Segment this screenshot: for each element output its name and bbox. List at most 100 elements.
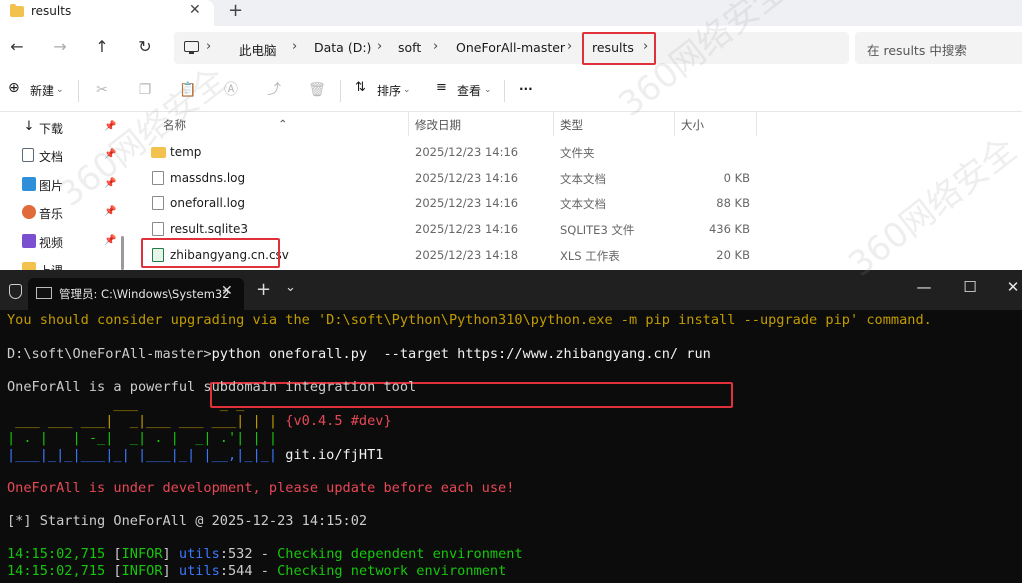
document-icon xyxy=(22,148,34,162)
copy-icon[interactable]: ❐ xyxy=(136,81,154,99)
chevron-down-icon[interactable]: ⌄ xyxy=(484,85,492,95)
paste-icon[interactable]: 📋 xyxy=(179,81,197,99)
file-row[interactable]: temp 2025/12/23 14:16 文件夹 xyxy=(130,139,1022,164)
crumb-separator-icon[interactable]: › xyxy=(292,39,297,54)
sidebar-item-downloads[interactable]: ↓ 下载 📌 xyxy=(22,118,118,138)
sidebar-scrollbar[interactable] xyxy=(121,236,124,270)
crumb-separator-icon[interactable]: › xyxy=(206,39,211,54)
column-header-size[interactable]: 大小 xyxy=(681,117,704,133)
view-button[interactable]: 查看 xyxy=(457,82,481,99)
chevron-down-icon[interactable]: ⌄ xyxy=(403,85,411,95)
crumb-separator-icon[interactable]: › xyxy=(377,39,382,54)
ascii-banner-line: ___ ___ ___| _|___ ___ ___| | | {v0.4.5 … xyxy=(7,413,392,430)
repo-link: git.io/fjHT1 xyxy=(285,447,384,463)
sort-button[interactable]: 排序 xyxy=(377,82,401,99)
file-size: 88 KB xyxy=(716,196,750,210)
file-row[interactable]: massdns.log 2025/12/23 14:16 文本文档 0 KB xyxy=(130,165,1022,190)
shield-icon xyxy=(9,284,22,299)
chevron-down-icon[interactable]: ⌄ xyxy=(56,85,64,95)
new-tab-button[interactable]: + xyxy=(228,1,243,21)
maximize-button[interactable]: ☐ xyxy=(960,278,980,296)
rename-icon[interactable]: Ⓐ xyxy=(222,81,240,99)
sidebar-item-music[interactable]: 音乐 📌 xyxy=(22,203,118,223)
close-tab-icon[interactable]: ✕ xyxy=(189,2,201,18)
column-divider[interactable] xyxy=(408,112,409,136)
file-size: 0 KB xyxy=(723,171,750,185)
folder-icon xyxy=(151,147,166,158)
explorer-tab-title: results xyxy=(31,4,72,18)
file-list-header: ⌃ 名称 修改日期 类型 大小 xyxy=(130,112,1022,136)
version-tag: {v0.4.5 #dev} xyxy=(285,413,392,429)
sort-icon[interactable]: ⇅ xyxy=(355,80,366,95)
explorer-tab-bar: results ✕ + xyxy=(0,0,1022,26)
breadcrumb-data-drive[interactable]: Data (D:) xyxy=(314,40,371,55)
sidebar-item-classes[interactable]: 上课 xyxy=(22,260,118,270)
column-header-type[interactable]: 类型 xyxy=(560,117,583,133)
toolbar-divider xyxy=(78,80,79,102)
column-header-name[interactable]: 名称 xyxy=(163,117,186,133)
share-icon[interactable]: ⤴ xyxy=(265,81,283,99)
search-input[interactable]: 在 results 中搜索 xyxy=(855,32,1022,64)
shell-prompt: D:\soft\OneForAll-master> xyxy=(7,346,212,362)
ascii-banner-line: ___ _ _ xyxy=(7,396,245,412)
log-message: Checking dependent environment xyxy=(277,546,523,562)
file-explorer-window: results ✕ + ← → ↑ ↻ › 此电脑 › Data (D:) › … xyxy=(0,0,1022,270)
delete-icon[interactable]: 🗑 xyxy=(308,81,326,99)
terminal-window: 管理员: C:\Windows\System32 ✕ + ⌄ — ☐ ✕ You… xyxy=(0,270,1022,583)
ascii-banner-line: | . | | -_| _| . | _| .'| | | xyxy=(7,430,278,446)
close-tab-icon[interactable]: ✕ xyxy=(221,283,233,299)
cut-icon[interactable]: ✂ xyxy=(93,81,111,99)
crumb-separator-icon[interactable]: › xyxy=(433,39,438,54)
file-row[interactable]: oneforall.log 2025/12/23 14:16 文本文档 88 K… xyxy=(130,190,1022,215)
intro-line: OneForAll is a powerful subdomain integr… xyxy=(7,379,417,395)
crumb-separator-icon[interactable]: › xyxy=(567,39,572,54)
sidebar-item-label: 上课 xyxy=(39,262,63,270)
column-divider[interactable] xyxy=(756,112,757,136)
file-name: oneforall.log xyxy=(170,196,245,210)
pin-icon[interactable]: 📌 xyxy=(104,206,116,217)
pin-icon[interactable]: 📌 xyxy=(104,235,116,246)
refresh-icon[interactable]: ↻ xyxy=(134,36,156,58)
pip-upgrade-warning: You should consider upgrading via the 'D… xyxy=(7,312,932,328)
sidebar-item-pictures[interactable]: 图片 📌 xyxy=(22,175,118,195)
search-placeholder: 在 results 中搜索 xyxy=(867,43,967,58)
log-level: INFOR xyxy=(121,563,163,579)
pin-icon[interactable]: 📌 xyxy=(104,121,116,132)
file-type: 文本文档 xyxy=(560,172,606,186)
minimize-button[interactable]: — xyxy=(914,278,934,296)
banner-art: |___|_|_|___|_| |___|_| |__,|_|_| xyxy=(7,447,278,463)
breadcrumb-oneforall-master[interactable]: OneForAll-master xyxy=(456,40,565,55)
new-plus-icon[interactable]: ⊕ xyxy=(8,80,20,96)
view-icon[interactable]: ≡ xyxy=(436,80,447,95)
file-type: XLS 工作表 xyxy=(560,249,620,263)
pin-icon[interactable]: 📌 xyxy=(104,178,116,189)
file-type: SQLITE3 文件 xyxy=(560,223,635,237)
new-tab-button[interactable]: + xyxy=(256,279,271,300)
explorer-nav-bar: ← → ↑ ↻ › 此电脑 › Data (D:) › soft › OneFo… xyxy=(0,26,1022,70)
sidebar-item-label: 图片 xyxy=(39,179,64,193)
address-bar[interactable]: › 此电脑 › Data (D:) › soft › OneForAll-mas… xyxy=(174,32,849,65)
column-header-date[interactable]: 修改日期 xyxy=(415,117,461,133)
up-icon[interactable]: ↑ xyxy=(91,36,113,58)
sidebar-item-label: 下载 xyxy=(39,122,64,136)
pin-icon[interactable]: 📌 xyxy=(104,149,116,160)
column-divider[interactable] xyxy=(553,112,554,136)
music-icon xyxy=(22,205,36,219)
column-divider[interactable] xyxy=(674,112,675,136)
breadcrumb-this-pc[interactable]: 此电脑 xyxy=(239,40,277,59)
terminal-output[interactable]: You should consider upgrading via the 'D… xyxy=(0,310,1022,583)
more-options-icon[interactable]: ··· xyxy=(519,82,533,96)
sidebar-item-documents[interactable]: 文档 📌 xyxy=(22,146,118,166)
close-window-button[interactable]: ✕ xyxy=(1003,278,1022,296)
breadcrumb-soft[interactable]: soft xyxy=(398,40,421,55)
file-size: 20 KB xyxy=(716,248,750,262)
explorer-tab-results[interactable]: results ✕ xyxy=(0,0,214,26)
toolbar-divider xyxy=(504,80,505,102)
forward-icon[interactable]: → xyxy=(49,36,71,58)
sidebar-item-videos[interactable]: 视频 📌 xyxy=(22,232,118,252)
back-icon[interactable]: ← xyxy=(6,36,28,58)
chevron-down-icon[interactable]: ⌄ xyxy=(285,280,296,295)
new-button[interactable]: 新建 xyxy=(30,82,54,99)
terminal-tab[interactable]: 管理员: C:\Windows\System32 ✕ xyxy=(28,278,244,310)
log-level: INFOR xyxy=(121,546,163,562)
